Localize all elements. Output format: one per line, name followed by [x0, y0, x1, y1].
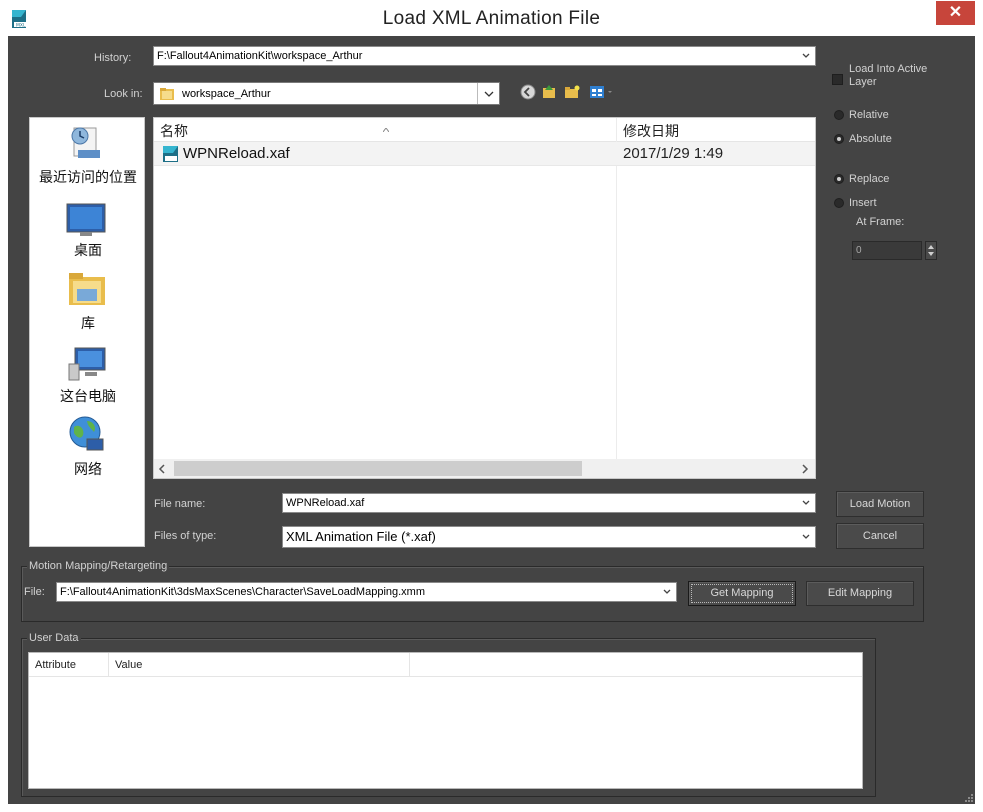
place-network[interactable]: 网络: [30, 459, 146, 479]
recent-places-icon: [66, 124, 106, 169]
scrollbar-thumb[interactable]: [174, 461, 582, 476]
relative-label: Relative: [849, 109, 889, 121]
load-into-active-layer-checkbox[interactable]: [832, 74, 843, 85]
lookin-value: workspace_Arthur: [182, 88, 271, 100]
at-frame-spinner[interactable]: [925, 241, 937, 260]
sort-ascending-icon: [382, 119, 390, 137]
filetype-value: XML Animation File (*.xaf): [286, 529, 436, 544]
history-label: History:: [94, 52, 132, 64]
at-frame-input[interactable]: 0: [852, 241, 922, 260]
chevron-down-icon[interactable]: [477, 83, 499, 104]
place-libraries[interactable]: 库: [30, 313, 146, 333]
column-attribute[interactable]: Attribute: [35, 659, 76, 671]
history-value: F:\Fallout4AnimationKit\workspace_Arthur: [157, 50, 363, 62]
filetype-label: Files of type:: [154, 530, 217, 542]
this-pc-icon: [67, 346, 107, 387]
insert-radio[interactable]: [834, 198, 844, 208]
filename-label: File name:: [154, 498, 206, 510]
absolute-label: Absolute: [849, 133, 892, 145]
close-button[interactable]: ✕: [936, 1, 975, 25]
mapping-file-label: File:: [24, 586, 45, 598]
mapping-file-combo[interactable]: F:\Fallout4AnimationKit\3dsMaxScenes\Cha…: [56, 582, 677, 602]
lookin-combo[interactable]: workspace_Arthur: [153, 82, 500, 105]
column-modified[interactable]: 修改日期: [623, 121, 679, 141]
load-motion-button[interactable]: Load Motion: [836, 491, 924, 517]
column-value[interactable]: Value: [115, 659, 142, 671]
lookin-label: Look in:: [104, 88, 143, 100]
horizontal-scrollbar[interactable]: [154, 459, 815, 478]
motion-mapping-title: Motion Mapping/Retargeting: [27, 560, 170, 572]
spinner-arrows-icon: [928, 245, 934, 256]
resize-grip-icon[interactable]: [962, 792, 974, 810]
at-frame-label: At Frame:: [856, 216, 905, 228]
absolute-radio[interactable]: [834, 134, 844, 144]
file-list: 名称 修改日期 WPNReload.xaf 2017/1/29 1:49: [153, 117, 816, 479]
column-divider: [108, 653, 109, 676]
load-into-active-layer-label: Load Into Active Layer: [849, 63, 928, 88]
insert-label: Insert: [849, 197, 877, 209]
get-mapping-button[interactable]: Get Mapping: [688, 581, 796, 606]
folder-icon: [159, 86, 175, 104]
view-menu-icon[interactable]: [589, 84, 613, 105]
xaf-file-icon: [162, 145, 180, 168]
network-icon: [67, 415, 107, 460]
scroll-left-icon[interactable]: [156, 462, 168, 480]
scroll-right-icon[interactable]: [799, 462, 811, 480]
chevron-down-icon[interactable]: [801, 494, 811, 512]
chevron-down-icon[interactable]: [662, 583, 672, 601]
filename-combo[interactable]: WPNReload.xaf: [282, 493, 816, 513]
column-divider: [409, 653, 410, 676]
filetype-select[interactable]: XML Animation File (*.xaf): [282, 526, 816, 548]
history-combo[interactable]: F:\Fallout4AnimationKit\workspace_Arthur: [153, 46, 816, 66]
user-data-header: [29, 653, 862, 677]
file-list-header: [154, 118, 815, 142]
new-folder-icon[interactable]: [564, 84, 580, 105]
chevron-down-icon[interactable]: [801, 527, 811, 547]
places-bar: 最近访问的位置 桌面 库 这台电脑 网络: [29, 117, 145, 547]
replace-label: Replace: [849, 173, 890, 185]
relative-radio[interactable]: [834, 110, 844, 120]
desktop-icon: [66, 203, 106, 242]
column-name[interactable]: 名称: [160, 121, 188, 141]
libraries-icon: [67, 269, 107, 314]
window-title: Load XML Animation File: [382, 8, 601, 29]
replace-radio[interactable]: [834, 174, 844, 184]
cancel-button[interactable]: Cancel: [836, 523, 924, 549]
chevron-down-icon: [801, 47, 811, 65]
place-this-pc[interactable]: 这台电脑: [30, 386, 146, 406]
mapping-file-value: F:\Fallout4AnimationKit\3dsMaxScenes\Cha…: [60, 586, 426, 598]
back-icon[interactable]: [520, 84, 536, 105]
up-folder-icon[interactable]: [541, 84, 557, 105]
place-recent[interactable]: 最近访问的位置: [30, 167, 146, 187]
file-modified-cell: 2017/1/29 1:49: [623, 145, 724, 162]
user-data-table[interactable]: Attribute Value: [28, 652, 863, 789]
table-row[interactable]: WPNReload.xaf 2017/1/29 1:49: [154, 142, 815, 166]
filename-value: WPNReload.xaf: [286, 497, 365, 509]
edit-mapping-button[interactable]: Edit Mapping: [806, 581, 914, 606]
file-name-cell: WPNReload.xaf: [183, 145, 290, 162]
column-divider: [616, 118, 617, 460]
place-desktop[interactable]: 桌面: [30, 240, 146, 260]
user-data-title: User Data: [27, 632, 81, 644]
